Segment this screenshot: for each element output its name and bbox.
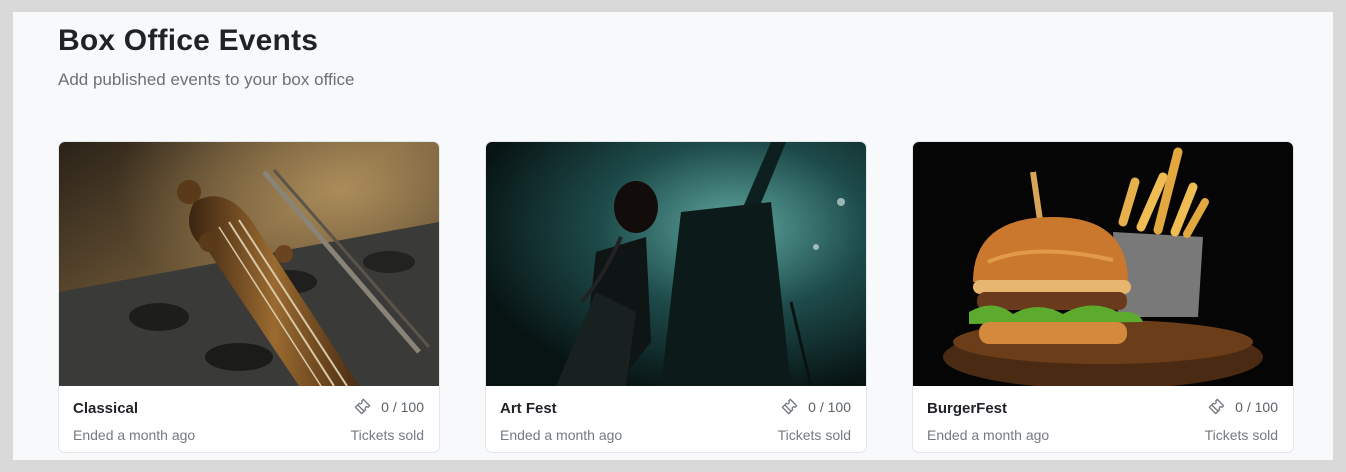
ticket-icon <box>1208 398 1225 415</box>
tickets-value: 0 / 100 <box>1235 398 1278 415</box>
event-card-burgerfest[interactable]: BurgerFest Ended a month ago 0 / 100 Tic… <box>912 141 1294 453</box>
event-image-classical <box>59 142 439 386</box>
event-image-burgerfest <box>913 142 1293 386</box>
event-status: Ended a month ago <box>927 427 1050 443</box>
event-status: Ended a month ago <box>500 427 623 443</box>
event-image-art-fest <box>486 142 866 386</box>
event-name: BurgerFest <box>927 400 1008 417</box>
ticket-icon <box>354 398 371 415</box>
event-name: Classical <box>73 400 139 417</box>
box-office-panel: Box Office Events Add published events t… <box>13 12 1333 460</box>
tickets-count: 0 / 100 <box>1207 397 1278 416</box>
tickets-count: 0 / 100 <box>353 397 424 416</box>
event-card-art-fest[interactable]: Art Fest Ended a month ago 0 / 100 Ticke… <box>485 141 867 453</box>
page-subtitle: Add published events to your box office <box>58 70 355 89</box>
event-status: Ended a month ago <box>73 427 196 443</box>
tickets-value: 0 / 100 <box>808 398 851 415</box>
tickets-label: Tickets sold <box>777 427 851 443</box>
page-title: Box Office Events <box>58 24 319 57</box>
event-name: Art Fest <box>500 400 557 417</box>
tickets-value: 0 / 100 <box>381 398 424 415</box>
ticket-icon <box>781 398 798 415</box>
tickets-label: Tickets sold <box>350 427 424 443</box>
event-card-classical[interactable]: Classical Ended a month ago 0 / 100 Tick… <box>58 141 440 453</box>
tickets-label: Tickets sold <box>1204 427 1278 443</box>
tickets-count: 0 / 100 <box>780 397 851 416</box>
